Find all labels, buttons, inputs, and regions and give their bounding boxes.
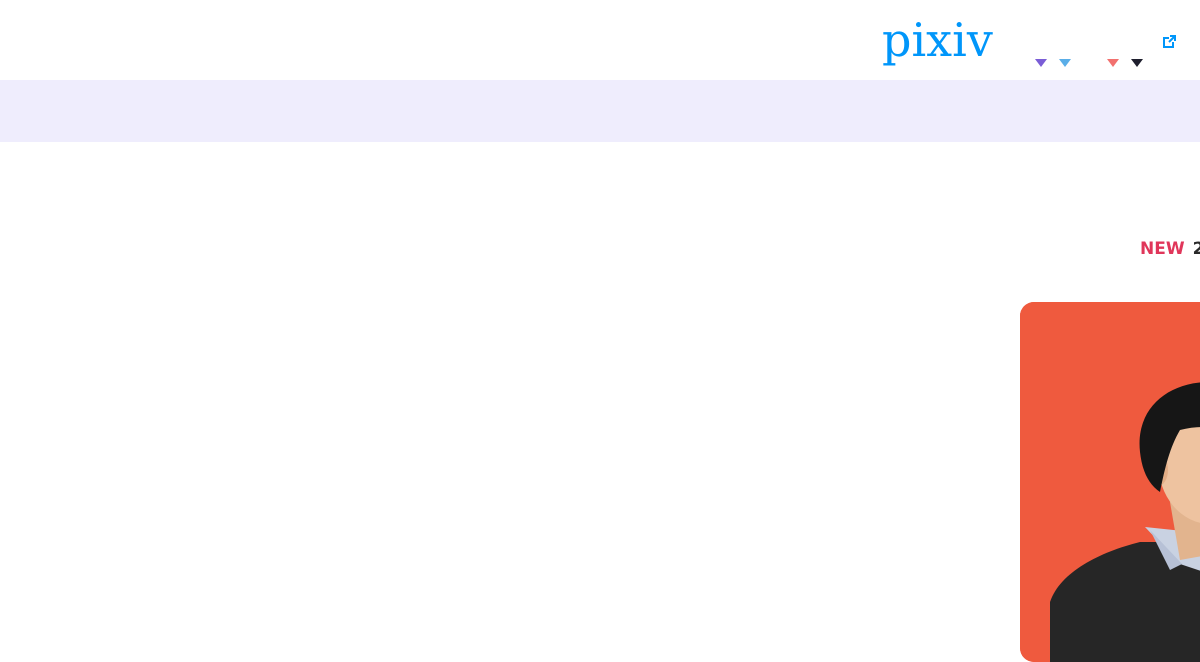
pixiv-logo[interactable]: pixiv bbox=[880, 13, 1008, 67]
person-photo bbox=[1020, 302, 1200, 662]
pixiv-logo-icon: pixiv bbox=[882, 13, 993, 67]
news-date: 2 bbox=[1192, 239, 1200, 259]
new-badge: NEW bbox=[1140, 239, 1185, 259]
chevron-down-icon[interactable] bbox=[1131, 53, 1143, 67]
chevron-down-icon[interactable] bbox=[1035, 53, 1047, 67]
sub-navigation-bar bbox=[0, 80, 1200, 142]
external-link-icon[interactable] bbox=[1163, 33, 1176, 48]
site-header: pixiv bbox=[0, 0, 1200, 80]
svg-text:pixiv: pixiv bbox=[882, 14, 993, 66]
chevron-down-icon[interactable] bbox=[1107, 53, 1119, 67]
feature-card[interactable] bbox=[1020, 302, 1200, 662]
news-headline[interactable]: NEW 2 bbox=[1140, 239, 1200, 259]
chevron-down-icon[interactable] bbox=[1059, 53, 1071, 67]
